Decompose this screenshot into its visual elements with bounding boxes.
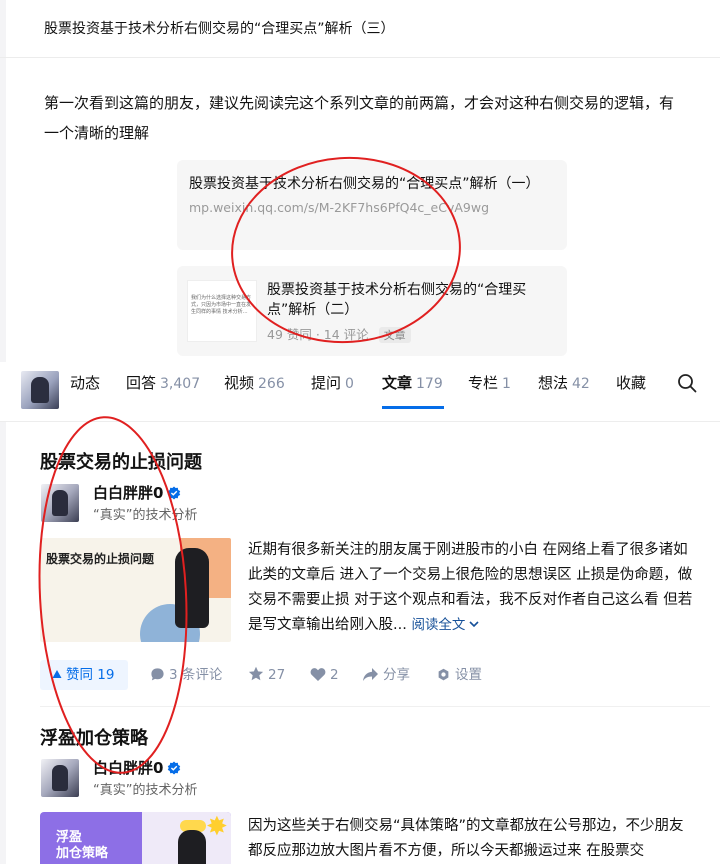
settings-label: 设置 bbox=[455, 667, 482, 683]
tab-questions[interactable]: 提问 0 bbox=[311, 372, 354, 395]
upvote-label: 赞同 19 bbox=[66, 667, 115, 683]
tab-videos[interactable]: 视频 266 bbox=[224, 372, 285, 395]
avatar[interactable] bbox=[21, 371, 59, 409]
post-excerpt[interactable]: 因为这些关于右侧交易“具体策略”的文章都放在公号那边，不少朋友都反应那边放大图片… bbox=[248, 814, 694, 864]
article-card-meta: 49 赞同 · 14 评论 文章 bbox=[267, 324, 411, 343]
thumbnail-text: 浮盈 加仓策略 bbox=[56, 830, 108, 862]
tab-count: 0 bbox=[345, 376, 354, 392]
comment-icon bbox=[151, 668, 164, 681]
post-title[interactable]: 浮盈加仓策略 bbox=[40, 724, 148, 750]
top-article-title[interactable]: 股票投资基于技术分析右侧交易的“合理买点”解析（三） bbox=[44, 18, 395, 38]
upvote-triangle-icon bbox=[52, 670, 62, 678]
article-card-tag: 文章 bbox=[378, 327, 411, 343]
author-name[interactable]: 白白胖胖0 bbox=[93, 482, 181, 503]
verified-badge-icon bbox=[168, 486, 181, 500]
post-thumbnail[interactable]: 浮盈 加仓策略 ✸ bbox=[40, 812, 231, 864]
tab-thoughts[interactable]: 想法 42 bbox=[538, 372, 590, 395]
post-excerpt-text: 因为这些关于右侧交易“具体策略”的文章都放在公号那边，不少朋友都反应那边放大图片… bbox=[248, 818, 684, 859]
share-icon bbox=[363, 668, 378, 681]
post-actions: 赞同 19 3 条评论 27 2 分享 设置 bbox=[40, 660, 710, 690]
tab-count: 179 bbox=[416, 376, 443, 392]
tab-count: 1 bbox=[502, 376, 511, 392]
tab-label: 想法 bbox=[538, 374, 569, 392]
star-burst-icon: ✸ bbox=[206, 812, 228, 842]
chevron-down-icon bbox=[469, 621, 480, 628]
article-card-title: 股票投资基于技术分析右侧交易的“合理买点”解析（二） bbox=[267, 282, 527, 318]
tab-count: 3,407 bbox=[160, 376, 201, 392]
thumbnail-text-line: 加仓策略 bbox=[56, 846, 109, 861]
tab-label: 动态 bbox=[70, 374, 101, 392]
thumbnail-figure bbox=[175, 548, 209, 628]
tab-articles[interactable]: 文章 179 bbox=[382, 372, 443, 395]
read-more-label: 阅读全文 bbox=[411, 617, 466, 633]
post-thumbnail[interactable]: 股票交易的止损问题 bbox=[40, 538, 231, 642]
tab-count: 266 bbox=[258, 376, 285, 392]
profile-tab-bar: 动态 回答 3,407 视频 266 提问 0 文章 179 专栏 1 想法 42 收藏 bbox=[0, 362, 720, 422]
post-divider bbox=[40, 706, 710, 707]
tab-count: 42 bbox=[572, 376, 590, 392]
author-bio: “真实”的技术分析 bbox=[93, 508, 198, 523]
share-button[interactable]: 分享 bbox=[362, 660, 410, 690]
article-card[interactable]: 我们为什么选择这种交易方式，只因为市场中一直在发生同样的事情 技术分析… 股票投… bbox=[177, 266, 567, 356]
link-card[interactable]: 股票投资基于技术分析右侧交易的“合理买点”解析（一） mp.weixin.qq.… bbox=[177, 160, 567, 250]
tab-label: 回答 bbox=[126, 374, 157, 392]
heart-icon bbox=[310, 668, 326, 681]
tab-label: 视频 bbox=[224, 374, 255, 392]
upvote-button[interactable]: 赞同 19 bbox=[40, 660, 128, 690]
verified-badge-icon bbox=[168, 761, 181, 775]
left-edge bbox=[0, 0, 6, 864]
thumbnail-text: 股票交易的止损问题 bbox=[46, 552, 155, 566]
intro-paragraph: 第一次看到这篇的朋友，建议先阅读完这个系列文章的前两篇，才会对这种右侧交易的逻辑… bbox=[44, 94, 675, 142]
tab-columns[interactable]: 专栏 1 bbox=[468, 372, 511, 395]
author-name-text: 白白胖胖0 bbox=[93, 759, 164, 777]
author-avatar[interactable] bbox=[41, 484, 79, 522]
comments-button[interactable]: 3 条评论 bbox=[150, 660, 222, 690]
tab-label: 专栏 bbox=[468, 374, 499, 392]
like-button[interactable]: 2 bbox=[310, 660, 339, 690]
thumbnail-text-line: 浮盈 bbox=[56, 830, 83, 845]
active-tab-indicator bbox=[382, 406, 444, 409]
star-icon bbox=[248, 666, 264, 681]
link-card-title: 股票投资基于技术分析右侧交易的“合理买点”解析（一） bbox=[189, 176, 540, 192]
tab-label: 文章 bbox=[382, 374, 413, 392]
tab-activity[interactable]: 动态 bbox=[70, 372, 100, 394]
collect-button[interactable]: 27 bbox=[248, 660, 285, 690]
author-bio: “真实”的技术分析 bbox=[93, 783, 198, 798]
like-count: 2 bbox=[330, 667, 339, 683]
article-card-stats: 49 赞同 · 14 评论 bbox=[267, 327, 369, 342]
post-excerpt[interactable]: 近期有很多新关注的朋友属于刚进股市的小白 在网络上看了很多诸如此类的文章后 进入… bbox=[248, 538, 694, 638]
author-avatar[interactable] bbox=[41, 759, 79, 797]
tab-label: 收藏 bbox=[616, 374, 647, 392]
share-label: 分享 bbox=[383, 667, 410, 683]
thumbnail-figure bbox=[178, 830, 206, 864]
post-title[interactable]: 股票交易的止损问题 bbox=[40, 448, 202, 474]
article-card-thumbnail: 我们为什么选择这种交易方式，只因为市场中一直在发生同样的事情 技术分析… bbox=[187, 280, 257, 342]
comments-label: 3 条评论 bbox=[169, 667, 223, 683]
author-name[interactable]: 白白胖胖0 bbox=[93, 757, 181, 778]
tab-answers[interactable]: 回答 3,407 bbox=[126, 372, 200, 395]
search-icon[interactable] bbox=[677, 373, 697, 393]
gear-icon bbox=[438, 668, 449, 681]
tab-favorites[interactable]: 收藏 bbox=[616, 372, 646, 394]
collect-count: 27 bbox=[268, 667, 286, 683]
link-card-url: mp.weixin.qq.com/s/M-2KF7hs6PfQ4c_eCvA9w… bbox=[189, 200, 490, 215]
author-name-text: 白白胖胖0 bbox=[93, 484, 164, 502]
read-more-link[interactable]: 阅读全文 bbox=[411, 617, 480, 633]
tab-label: 提问 bbox=[311, 374, 342, 392]
settings-button[interactable]: 设置 bbox=[436, 660, 482, 690]
